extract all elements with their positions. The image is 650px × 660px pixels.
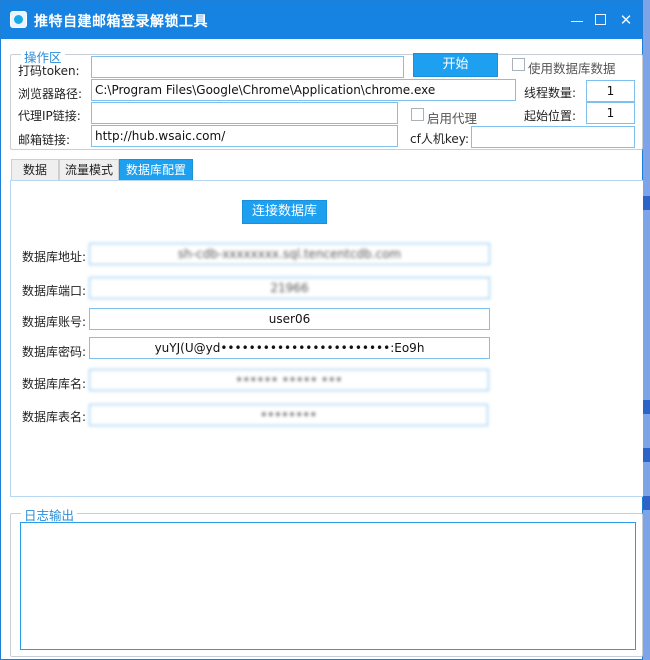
token-label: 打码token: [18, 64, 80, 78]
background-chip [643, 400, 650, 414]
minimize-button[interactable] [566, 9, 588, 31]
app-window: 推特自建邮箱登录解锁工具 ✕ 操作区 打码token: 开始 使用数据库数据 浏… [0, 0, 644, 660]
cf-key-input[interactable] [471, 126, 635, 148]
db-password-label: 数据库密码: [22, 345, 87, 359]
background-chip [643, 196, 650, 210]
token-input[interactable] [91, 56, 404, 78]
db-password-input[interactable]: yuYJ(U@yd••••••••••••••••••••••••:Eo9h [89, 337, 490, 359]
db-host-input[interactable]: sh-cdb-xxxxxxxx.sql.tencentcdb.com [89, 243, 490, 265]
tab-db-config[interactable]: 数据库配置 [119, 159, 193, 181]
background-chip [643, 496, 650, 510]
mail-link-input[interactable]: http://hub.wsaic.com/ [91, 125, 398, 147]
log-output[interactable] [20, 522, 636, 650]
connect-db-button[interactable]: 连接数据库 [242, 200, 327, 224]
db-host-label: 数据库地址: [22, 250, 87, 264]
db-user-input[interactable]: user06 [89, 308, 490, 330]
maximize-icon [595, 14, 606, 25]
db-table-input[interactable]: •••••••• [89, 404, 488, 426]
cf-key-label: cf人机key: [410, 132, 469, 146]
use-db-label[interactable]: 使用数据库数据 [528, 58, 616, 77]
app-icon [10, 11, 27, 28]
use-db-checkbox[interactable] [512, 58, 525, 71]
db-name-input[interactable]: •••••• ••••• ••• [89, 369, 489, 391]
close-button[interactable]: ✕ [615, 9, 637, 31]
tab-traffic-mode[interactable]: 流量模式 [59, 159, 119, 181]
db-table-label: 数据库表名: [22, 410, 87, 424]
threads-input[interactable]: 1 [586, 80, 635, 102]
db-user-label: 数据库账号: [22, 315, 87, 329]
title-bar[interactable]: 推特自建邮箱登录解锁工具 ✕ [1, 1, 642, 39]
window-title: 推特自建邮箱登录解锁工具 [34, 14, 208, 30]
background-strip [643, 0, 650, 660]
maximize-button[interactable] [590, 9, 612, 31]
start-position-label: 起始位置: [524, 109, 577, 123]
start-button[interactable]: 开始 [413, 53, 498, 77]
enable-proxy-label[interactable]: 启用代理 [427, 108, 477, 127]
db-name-label: 数据库库名: [22, 377, 87, 391]
enable-proxy-checkbox[interactable] [411, 108, 424, 121]
background-chip [643, 448, 650, 462]
proxy-label: 代理IP链接: [18, 109, 81, 123]
tab-data[interactable]: 数据 [11, 159, 59, 181]
db-port-input[interactable]: 21966 [89, 277, 490, 299]
threads-label: 线程数量: [524, 86, 577, 100]
proxy-input[interactable] [91, 102, 398, 124]
start-position-input[interactable]: 1 [586, 102, 635, 124]
minimize-icon [571, 21, 583, 22]
close-icon: ✕ [619, 11, 633, 29]
browser-path-label: 浏览器路径: [18, 87, 83, 101]
mail-link-label: 邮箱链接: [18, 133, 71, 147]
db-port-label: 数据库端口: [22, 284, 87, 298]
browser-path-input[interactable]: C:\Program Files\Google\Chrome\Applicati… [91, 79, 516, 101]
